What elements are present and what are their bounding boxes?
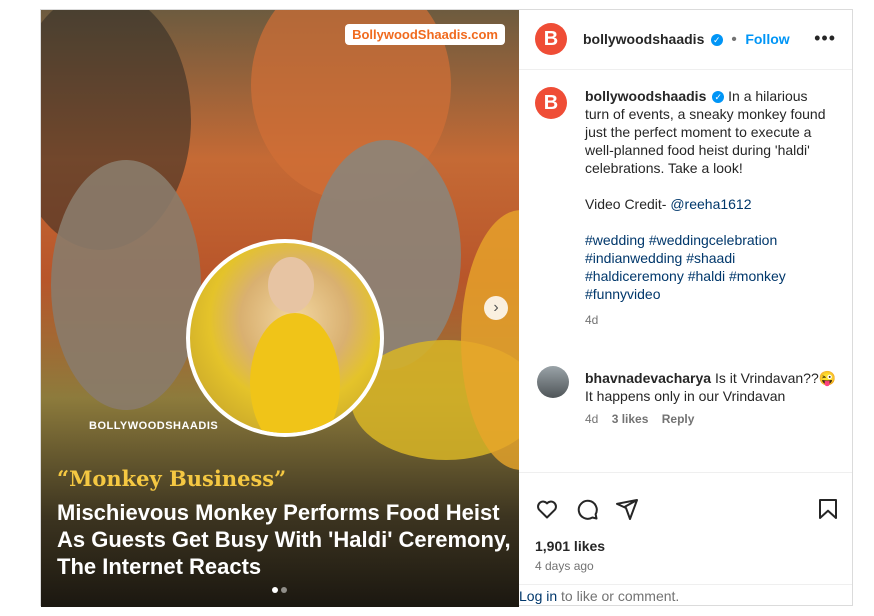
verified-badge-icon: ✓ (710, 33, 723, 46)
login-prompt-text: to like or comment. (557, 588, 680, 604)
hashtag-link[interactable]: #haldi (688, 268, 725, 284)
headline: Mischievous Monkey Performs Food Heist A… (57, 500, 511, 579)
separator: • (731, 31, 737, 48)
brand-badge: BollywoodShaadis.com (345, 24, 505, 45)
follow-button[interactable]: Follow (745, 31, 789, 47)
caption: bollywoodshaadis ✓ In a hilarious turn o… (585, 87, 835, 329)
credit-label: Video Credit- (585, 196, 667, 212)
caption-username[interactable]: bollywoodshaadis (585, 88, 706, 104)
username-link[interactable]: bollywoodshaadis (583, 31, 704, 47)
hashtag-link[interactable]: #haldiceremony (585, 268, 684, 284)
carousel-dot (281, 587, 287, 593)
comment-likes[interactable]: 3 likes (612, 412, 649, 426)
hashtag-link[interactable]: #weddingcelebration (649, 232, 777, 248)
comment-meta: 4d 3 likes Reply (585, 412, 704, 426)
hashtag-link[interactable]: #monkey (729, 268, 786, 284)
monkey-left (51, 160, 201, 410)
comment-icon[interactable] (575, 497, 599, 521)
avatar[interactable]: B (535, 23, 567, 55)
headline-quote: “Monkey Business” (57, 466, 287, 491)
login-link[interactable]: Log in (519, 588, 557, 604)
post-time: 4 days ago (535, 559, 594, 573)
post-actions: 1,901 likes 4 days ago Log in to like or… (519, 472, 852, 606)
caption-age: 4d (585, 313, 599, 327)
post-header: B bollywoodshaadis ✓ • Follow ••• (519, 10, 852, 70)
person-face (268, 257, 314, 313)
post-sidebar: B bollywoodshaadis ✓ • Follow ••• B boll… (519, 10, 852, 605)
hashtag-list: #wedding #weddingcelebration #indianwedd… (585, 231, 835, 303)
credit-handle-link[interactable]: @reeha1612 (670, 196, 751, 212)
inset-circle-photo (186, 239, 384, 437)
next-slide-button[interactable]: › (484, 296, 508, 320)
like-heart-icon[interactable] (535, 497, 559, 521)
hashtag-link[interactable]: #indianwedding (585, 250, 682, 266)
comment: bhavnadevacharya Is it Vrindavan??😜 It h… (585, 369, 840, 405)
comment-age: 4d (585, 412, 599, 426)
instagram-post: BollywoodShaadis.com › BOLLYWOODSHAADIS … (40, 9, 853, 607)
carousel-dot-active (272, 587, 278, 593)
hashtag-link[interactable]: #funnyvideo (585, 286, 661, 302)
commenter-avatar[interactable] (537, 366, 569, 398)
likes-count[interactable]: 1,901 likes (535, 538, 605, 554)
person-yellow-kurta (250, 313, 340, 433)
share-icon[interactable] (615, 497, 639, 521)
save-bookmark-icon[interactable] (816, 497, 840, 521)
carousel-dots (272, 587, 287, 593)
hashtag-link[interactable]: #shaadi (686, 250, 735, 266)
caption-avatar[interactable]: B (535, 87, 567, 119)
commenter-username[interactable]: bhavnadevacharya (585, 370, 711, 386)
more-options-icon[interactable]: ••• (814, 28, 836, 49)
watermark: BOLLYWOODSHAADIS (89, 420, 219, 432)
hashtag-link[interactable]: #wedding (585, 232, 645, 248)
verified-badge-icon: ✓ (712, 91, 725, 104)
reply-button[interactable]: Reply (662, 412, 695, 426)
post-media[interactable]: BollywoodShaadis.com › BOLLYWOODSHAADIS … (41, 10, 519, 607)
login-prompt: Log in to like or comment. (519, 584, 852, 604)
